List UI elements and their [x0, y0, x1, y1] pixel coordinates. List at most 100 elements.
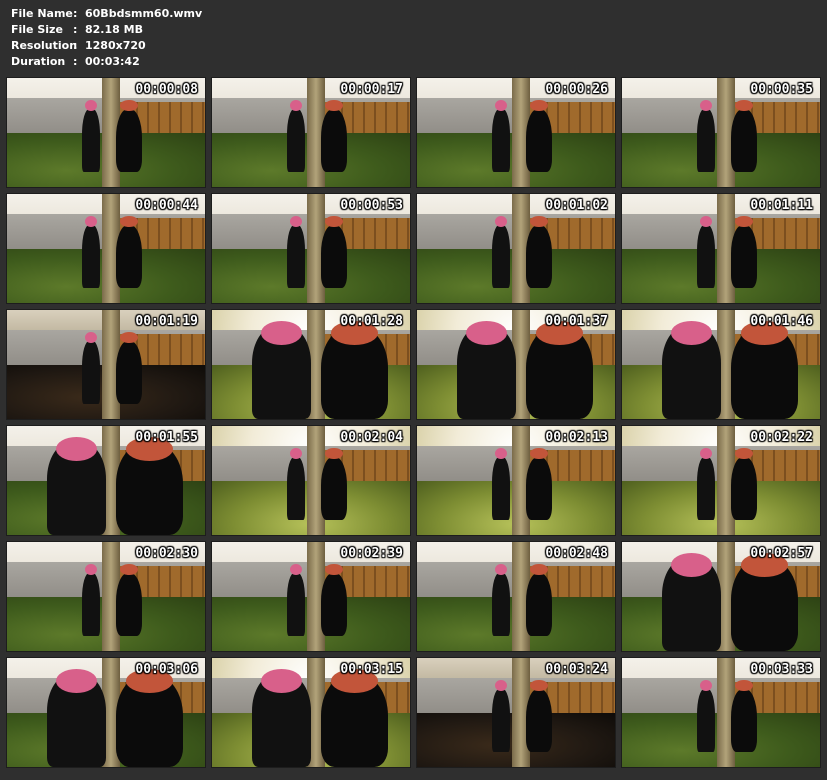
video-thumbnail[interactable]: 00:00:35 [621, 77, 821, 188]
person-figure [730, 679, 757, 752]
person-figure [525, 215, 552, 288]
video-thumbnail[interactable]: 00:02:04 [211, 425, 411, 536]
person-figure [320, 320, 389, 419]
info-row-resolution: Resolution : 1280x720 [11, 38, 202, 54]
video-thumbnail[interactable]: 00:01:37 [416, 309, 616, 420]
person-head [529, 99, 548, 112]
video-thumbnail[interactable]: 00:02:13 [416, 425, 616, 536]
person-figure [115, 331, 142, 404]
video-thumbnail[interactable]: 00:03:15 [211, 657, 411, 768]
person-head [119, 563, 138, 576]
video-thumbnail[interactable]: 00:00:08 [6, 77, 206, 188]
info-row-file-size: File Size : 82.18 MB [11, 22, 202, 38]
person-head [734, 215, 753, 228]
video-thumbnail[interactable]: 00:03:33 [621, 657, 821, 768]
person-head [734, 447, 753, 460]
person-head [119, 99, 138, 112]
thumbnail-timestamp: 00:03:33 [750, 662, 813, 677]
person-figure [492, 679, 511, 752]
person-figure [492, 99, 511, 172]
thumbnail-timestamp: 00:02:57 [750, 546, 813, 561]
person-figure [320, 99, 347, 172]
person-figure [82, 99, 101, 172]
thumbnail-timestamp: 00:00:08 [135, 82, 198, 97]
info-value: 82.18 MB [85, 23, 143, 36]
info-separator: : [73, 23, 78, 36]
thumbnail-timestamp: 00:02:39 [340, 546, 403, 561]
video-thumbnail[interactable]: 00:03:06 [6, 657, 206, 768]
person-figure [251, 320, 311, 419]
video-thumbnail[interactable]: 00:01:19 [6, 309, 206, 420]
video-thumbnail[interactable]: 00:02:39 [211, 541, 411, 652]
info-row-file-name: File Name : 60Bbdsmm60.wmv [11, 6, 202, 22]
person-figure [456, 320, 516, 419]
person-figure [730, 447, 757, 520]
file-info-header: File Name : 60Bbdsmm60.wmv File Size : 8… [11, 6, 202, 70]
video-thumbnail[interactable]: 00:00:17 [211, 77, 411, 188]
thumbnail-timestamp: 00:02:30 [135, 546, 198, 561]
person-figure [697, 679, 716, 752]
video-thumbnail[interactable]: 00:01:46 [621, 309, 821, 420]
video-thumbnail[interactable]: 00:02:30 [6, 541, 206, 652]
person-head [670, 320, 713, 345]
info-label: Resolution [11, 39, 78, 52]
video-thumbnail[interactable]: 00:00:44 [6, 193, 206, 304]
person-figure [492, 563, 511, 636]
person-figure [697, 99, 716, 172]
info-separator: : [73, 7, 78, 20]
person-head [670, 552, 713, 577]
video-thumbnail[interactable]: 00:00:26 [416, 77, 616, 188]
person-figure [115, 668, 184, 767]
person-head [529, 215, 548, 228]
person-figure [320, 668, 389, 767]
person-head [55, 668, 98, 693]
thumbnail-timestamp: 00:00:17 [340, 82, 403, 97]
video-thumbnail[interactable]: 00:01:11 [621, 193, 821, 304]
person-figure [730, 215, 757, 288]
thumbnail-timestamp: 00:02:22 [750, 430, 813, 445]
thumbnail-timestamp: 00:01:19 [135, 314, 198, 329]
person-figure [287, 447, 306, 520]
person-figure [492, 447, 511, 520]
thumbnail-timestamp: 00:00:35 [750, 82, 813, 97]
person-figure [320, 447, 347, 520]
person-figure [697, 215, 716, 288]
video-thumbnail[interactable]: 00:02:57 [621, 541, 821, 652]
info-label: Duration [11, 55, 66, 68]
thumbnail-timestamp: 00:02:48 [545, 546, 608, 561]
person-figure [661, 320, 721, 419]
person-figure [320, 215, 347, 288]
person-figure [525, 679, 552, 752]
person-head [55, 436, 98, 461]
person-head [734, 99, 753, 112]
person-figure [730, 320, 799, 419]
video-thumbnail[interactable]: 00:02:48 [416, 541, 616, 652]
person-head [260, 320, 303, 345]
person-head [260, 668, 303, 693]
person-figure [525, 320, 594, 419]
video-thumbnail[interactable]: 00:01:55 [6, 425, 206, 536]
video-thumbnail[interactable]: 00:02:22 [621, 425, 821, 536]
person-head [324, 215, 343, 228]
person-head [465, 320, 508, 345]
video-thumbnail[interactable]: 00:00:53 [211, 193, 411, 304]
person-figure [115, 436, 184, 535]
person-head [734, 679, 753, 692]
person-head [529, 447, 548, 460]
person-figure [287, 215, 306, 288]
video-thumbnail[interactable]: 00:01:02 [416, 193, 616, 304]
person-figure [697, 447, 716, 520]
person-head [324, 563, 343, 576]
person-figure [661, 552, 721, 651]
thumbnail-timestamp: 00:03:15 [340, 662, 403, 677]
info-value: 00:03:42 [85, 55, 140, 68]
person-figure [525, 563, 552, 636]
video-thumbnail[interactable]: 00:03:24 [416, 657, 616, 768]
person-figure [320, 563, 347, 636]
video-thumbnail[interactable]: 00:01:28 [211, 309, 411, 420]
thumbnail-timestamp: 00:03:06 [135, 662, 198, 677]
person-figure [115, 215, 142, 288]
person-figure [115, 99, 142, 172]
thumbnail-timestamp: 00:01:02 [545, 198, 608, 213]
person-figure [525, 447, 552, 520]
